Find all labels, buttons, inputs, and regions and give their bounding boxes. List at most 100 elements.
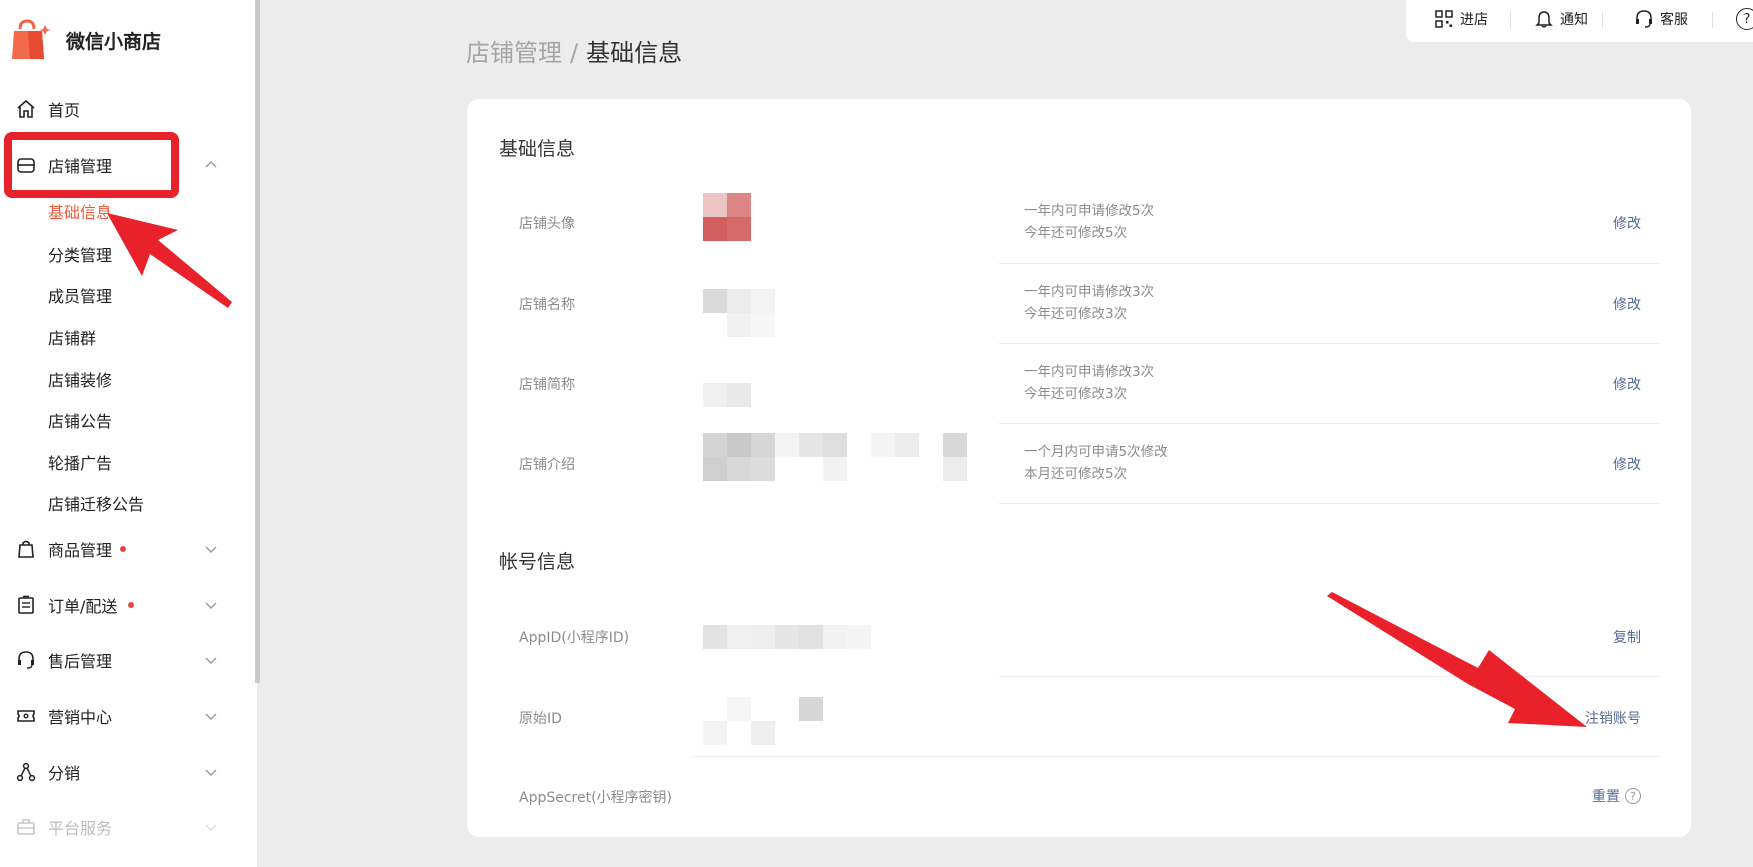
divider (999, 503, 1659, 504)
top-toolbar: 进店 通知 客服 ? (1406, 0, 1753, 42)
sidebar-item-label: 平台服务 (48, 819, 113, 838)
store-icon (15, 154, 37, 176)
chevron-down-icon (202, 763, 220, 781)
question-mark-icon[interactable]: ? (1625, 788, 1641, 804)
sidebar-subitem-store-group[interactable]: 店铺群 (48, 327, 96, 351)
appsecret-label: AppSecret(小程序密钥) (519, 790, 673, 806)
intro-limit-line1: 一个月内可申请5次修改 (1024, 444, 1168, 460)
chevron-down-icon (202, 818, 220, 836)
sidebar-item-label: 商品管理 (48, 541, 113, 560)
chevron-down-icon (202, 540, 220, 558)
home-icon (15, 98, 37, 120)
divider (999, 423, 1659, 424)
sidebar-item-label: 订单/配送 (48, 597, 118, 616)
chevron-down-icon (202, 596, 220, 614)
breadcrumb: 店铺管理 / 基础信息 (466, 33, 682, 68)
sidebar-item-goods[interactable]: 商品管理 (0, 529, 257, 569)
reset-label: 重置 (1592, 789, 1620, 805)
page-title: 基础信息 (586, 39, 683, 67)
sidebar-subitem-basic-info[interactable]: 基础信息 (48, 201, 112, 225)
sidebar: 微信小商店 首页 店铺管理 基础信息 分类管理 成员管理 店铺群 店铺装修 店铺… (0, 0, 257, 867)
sidebar-item-label: 营销中心 (48, 708, 113, 727)
name-limit-line1: 一年内可申请修改3次 (1024, 284, 1155, 300)
copy-appid-link[interactable]: 复制 (1613, 627, 1641, 647)
headset-icon (1636, 10, 1652, 28)
brand-name: 微信小商店 (66, 30, 162, 53)
original-id-label: 原始ID (519, 711, 562, 727)
shopping-bag-icon (15, 538, 37, 560)
modify-name-link[interactable]: 修改 (1613, 294, 1641, 314)
info-card: 基础信息 店铺头像 一年内可申请修改5次 今年还可修改5次 修改 店铺名称 一年… (467, 99, 1691, 837)
sidebar-item-store-mgmt[interactable]: 店铺管理 (0, 145, 257, 185)
divider (999, 263, 1659, 264)
help-icon: ? (1743, 11, 1751, 27)
sidebar-subitem-announcement[interactable]: 店铺公告 (48, 410, 112, 434)
bell-icon (1535, 11, 1553, 28)
notify-button[interactable]: 通知 (1534, 8, 1588, 30)
headset-icon (15, 649, 37, 671)
reset-secret-link[interactable]: 重置 ? (1592, 786, 1641, 806)
notify-label: 通知 (1560, 12, 1588, 28)
modify-short-name-link[interactable]: 修改 (1613, 374, 1641, 394)
customer-service-button[interactable]: 客服 (1634, 8, 1688, 30)
sidebar-item-home[interactable]: 首页 (0, 89, 257, 129)
avatar-limit-line2: 今年还可修改5次 (1024, 225, 1128, 241)
sidebar-item-label: 店铺管理 (48, 157, 113, 176)
divider (1712, 12, 1713, 28)
short-name-limit-line1: 一年内可申请修改3次 (1024, 364, 1155, 380)
sidebar-item-label: 首页 (48, 101, 81, 120)
divider (999, 676, 1659, 677)
store-name-label: 店铺名称 (519, 297, 575, 313)
sidebar-item-platform[interactable]: 平台服务 (0, 807, 257, 847)
deregister-account-link[interactable]: 注销账号 (1585, 708, 1641, 728)
chevron-up-icon (202, 156, 220, 174)
sidebar-subitem-members[interactable]: 成员管理 (48, 285, 112, 309)
short-name-limit-desc: 一年内可申请修改3次 今年还可修改3次 (1024, 361, 1154, 405)
ticket-icon (15, 705, 37, 727)
basic-info-title: 基础信息 (499, 138, 576, 160)
modify-intro-link[interactable]: 修改 (1613, 454, 1641, 474)
avatar-limit-desc: 一年内可申请修改5次 今年还可修改5次 (1024, 200, 1154, 244)
sidebar-scrollbar[interactable] (255, 0, 260, 683)
divider (999, 343, 1659, 344)
sidebar-item-label: 分销 (48, 764, 81, 783)
short-name-limit-line2: 今年还可修改3次 (1024, 386, 1128, 402)
avatar-limit-line1: 一年内可申请修改5次 (1024, 203, 1155, 219)
store-short-name-label: 店铺简称 (519, 377, 575, 393)
chevron-down-icon (202, 651, 220, 669)
divider (1602, 12, 1603, 28)
appid-label: AppID(小程序ID) (519, 630, 630, 646)
brand[interactable]: 微信小商店 (12, 18, 161, 62)
divider (691, 756, 1659, 757)
sidebar-item-distribution[interactable]: 分销 (0, 752, 257, 792)
divider (1510, 12, 1511, 28)
name-limit-desc: 一年内可申请修改3次 今年还可修改3次 (1024, 281, 1154, 325)
sidebar-subitem-category[interactable]: 分类管理 (48, 244, 112, 268)
breadcrumb-parent[interactable]: 店铺管理 (466, 39, 562, 67)
breadcrumb-separator: / (570, 39, 579, 67)
notification-dot (120, 546, 126, 552)
store-avatar-label: 店铺头像 (519, 216, 575, 232)
briefcase-icon (15, 816, 37, 838)
account-info-title: 帐号信息 (499, 551, 576, 573)
intro-limit-line2: 本月还可修改5次 (1024, 466, 1128, 482)
store-intro-label: 店铺介绍 (519, 457, 575, 473)
sidebar-item-marketing[interactable]: 营销中心 (0, 696, 257, 736)
sidebar-item-orders[interactable]: 订单/配送 (0, 585, 257, 625)
sidebar-subitem-migration[interactable]: 店铺迁移公告 (48, 493, 144, 517)
chevron-down-icon (202, 707, 220, 725)
enter-store-button[interactable]: 进店 (1434, 8, 1488, 30)
help-button[interactable]: ? (1736, 8, 1753, 30)
notification-dot (128, 602, 134, 608)
sidebar-item-label: 售后管理 (48, 652, 113, 671)
modify-avatar-link[interactable]: 修改 (1613, 213, 1641, 233)
clipboard-icon (15, 594, 37, 616)
sidebar-item-after-sales[interactable]: 售后管理 (0, 640, 257, 680)
share-nodes-icon (15, 761, 37, 783)
sidebar-subitem-carousel[interactable]: 轮播广告 (48, 452, 112, 476)
sidebar-subitem-decoration[interactable]: 店铺装修 (48, 369, 112, 393)
intro-limit-desc: 一个月内可申请5次修改 本月还可修改5次 (1024, 441, 1168, 485)
enter-store-label: 进店 (1460, 12, 1488, 28)
customer-service-label: 客服 (1660, 12, 1688, 28)
qrcode-icon (1435, 10, 1453, 28)
